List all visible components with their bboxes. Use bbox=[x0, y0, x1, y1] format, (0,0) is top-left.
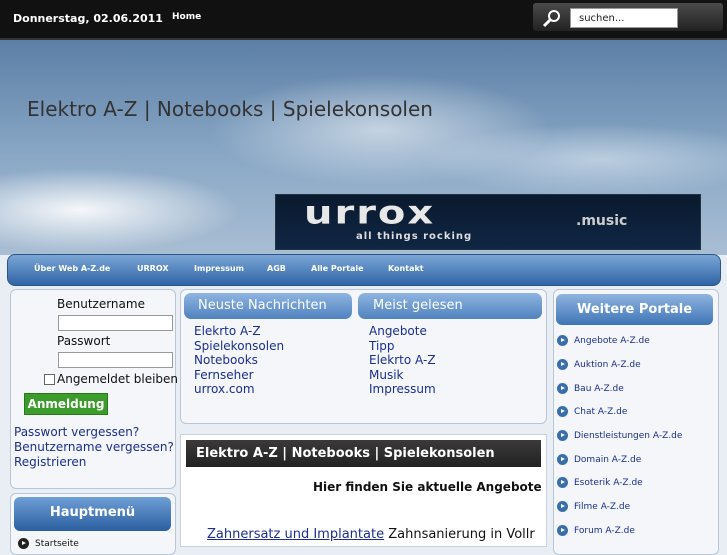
forgot-username-link[interactable]: Benutzername vergessen? bbox=[14, 440, 174, 454]
portal-item[interactable]: Filme A-Z.de bbox=[557, 501, 630, 512]
search-input[interactable]: suchen... bbox=[570, 8, 678, 28]
arrow-bullet-icon bbox=[557, 383, 568, 394]
portal-item[interactable]: Esoterik A-Z.de bbox=[557, 477, 643, 488]
portal-item[interactable]: Auktion A-Z.de bbox=[557, 359, 641, 370]
news-item[interactable]: Spielekonsolen bbox=[194, 339, 284, 353]
logo-suffix: .music bbox=[576, 213, 628, 229]
logo-wordmark: urrox bbox=[304, 194, 436, 232]
username-input[interactable] bbox=[58, 315, 173, 331]
main-navigation bbox=[7, 254, 721, 286]
popular-item[interactable]: Musik bbox=[369, 368, 404, 382]
urrox-logo[interactable]: urrox .music all things rocking bbox=[275, 194, 701, 250]
portal-item[interactable]: Forum A-Z.de bbox=[557, 525, 635, 536]
nav-item-contact[interactable]: Kontakt bbox=[388, 264, 424, 273]
login-button[interactable]: Anmeldung bbox=[24, 393, 108, 415]
news-item[interactable]: Elekrto A-Z bbox=[194, 324, 261, 338]
forgot-password-link[interactable]: Passwort vergessen? bbox=[14, 425, 139, 439]
portal-item-label: Esoterik A-Z.de bbox=[574, 478, 643, 488]
article-title-text: Elektro A-Z | Notebooks | Spielekonsolen bbox=[196, 446, 495, 461]
article-intro: Hier finden Sie aktuelle Angebote d bbox=[313, 480, 541, 494]
portal-item[interactable]: Dienstleistungen A-Z.de bbox=[557, 430, 682, 441]
nav-item-all-portals[interactable]: Alle Portale bbox=[311, 264, 364, 273]
bullet-icon bbox=[18, 538, 29, 549]
username-label: Benutzername bbox=[57, 297, 145, 311]
ad-link[interactable]: Zahnersatz und Implantate bbox=[207, 527, 384, 542]
arrow-bullet-icon bbox=[557, 359, 568, 370]
popular-item[interactable]: Tipp bbox=[369, 339, 395, 353]
arrow-bullet-icon bbox=[557, 430, 568, 441]
portal-item[interactable]: Angebote A-Z.de bbox=[557, 335, 650, 346]
article-title: Elektro A-Z | Notebooks | Spielekonsolen bbox=[186, 440, 541, 467]
portals-title: Weitere Portale bbox=[556, 294, 713, 325]
portal-item[interactable]: Domain A-Z.de bbox=[557, 454, 641, 465]
popular-item[interactable]: Impressum bbox=[369, 382, 436, 396]
ad-line: Zahnersatz und Implantate Zahnsanierung … bbox=[207, 527, 541, 542]
logo-tagline: all things rocking bbox=[356, 231, 473, 242]
popular-item[interactable]: Elekrto A-Z bbox=[369, 353, 436, 367]
portal-item-label: Domain A-Z.de bbox=[574, 455, 642, 465]
portal-item-label: Dienstleistungen A-Z.de bbox=[574, 431, 683, 441]
portal-item-label: Filme A-Z.de bbox=[574, 502, 631, 512]
remember-label: Angemeldet bleiben bbox=[57, 372, 179, 386]
popular-item[interactable]: Angebote bbox=[369, 324, 427, 338]
menu-item-start[interactable]: Startseite bbox=[18, 538, 79, 549]
arrow-bullet-icon bbox=[557, 454, 568, 465]
home-link[interactable]: Home bbox=[172, 12, 201, 22]
portal-item[interactable]: Chat A-Z.de bbox=[557, 406, 627, 417]
arrow-bullet-icon bbox=[557, 335, 568, 346]
tab-most-read[interactable]: Meist gelesen bbox=[358, 293, 542, 319]
nav-item-agb[interactable]: AGB bbox=[267, 264, 286, 273]
arrow-bullet-icon bbox=[557, 406, 568, 417]
search-icon[interactable] bbox=[541, 8, 563, 28]
remember-checkbox[interactable] bbox=[44, 374, 55, 385]
site-title: Elektro A-Z | Notebooks | Spielekonsolen bbox=[27, 97, 433, 121]
arrow-bullet-icon bbox=[557, 477, 568, 488]
arrow-bullet-icon bbox=[557, 525, 568, 536]
portals-panel bbox=[553, 289, 719, 555]
news-item[interactable]: Fernseher bbox=[194, 368, 254, 382]
portal-item-label: Forum A-Z.de bbox=[574, 526, 635, 536]
news-item[interactable]: Notebooks bbox=[194, 353, 258, 367]
portal-item-label: Bau A-Z.de bbox=[574, 384, 624, 394]
nav-item-urrox[interactable]: URROX bbox=[137, 264, 169, 273]
current-date: Donnerstag, 02.06.2011 bbox=[13, 12, 163, 25]
password-label: Passwort bbox=[57, 334, 111, 348]
register-link[interactable]: Registrieren bbox=[14, 455, 86, 469]
arrow-bullet-icon bbox=[557, 501, 568, 512]
menu-item-start-label: Startseite bbox=[35, 539, 79, 549]
nav-item-impressum[interactable]: Impressum bbox=[194, 264, 244, 273]
portal-item-label: Chat A-Z.de bbox=[574, 407, 628, 417]
password-input[interactable] bbox=[58, 352, 173, 368]
tab-newest-news[interactable]: Neuste Nachrichten bbox=[184, 293, 352, 319]
nav-item-about[interactable]: Über Web A-Z.de bbox=[34, 264, 110, 273]
ad-text: Zahnsanierung in Vollr bbox=[388, 527, 535, 542]
portal-item[interactable]: Bau A-Z.de bbox=[557, 383, 624, 394]
main-menu-title: Hauptmenü bbox=[14, 497, 171, 531]
portal-item-label: Auktion A-Z.de bbox=[574, 360, 641, 370]
portal-item-label: Angebote A-Z.de bbox=[574, 336, 650, 346]
news-item[interactable]: urrox.com bbox=[194, 382, 255, 396]
